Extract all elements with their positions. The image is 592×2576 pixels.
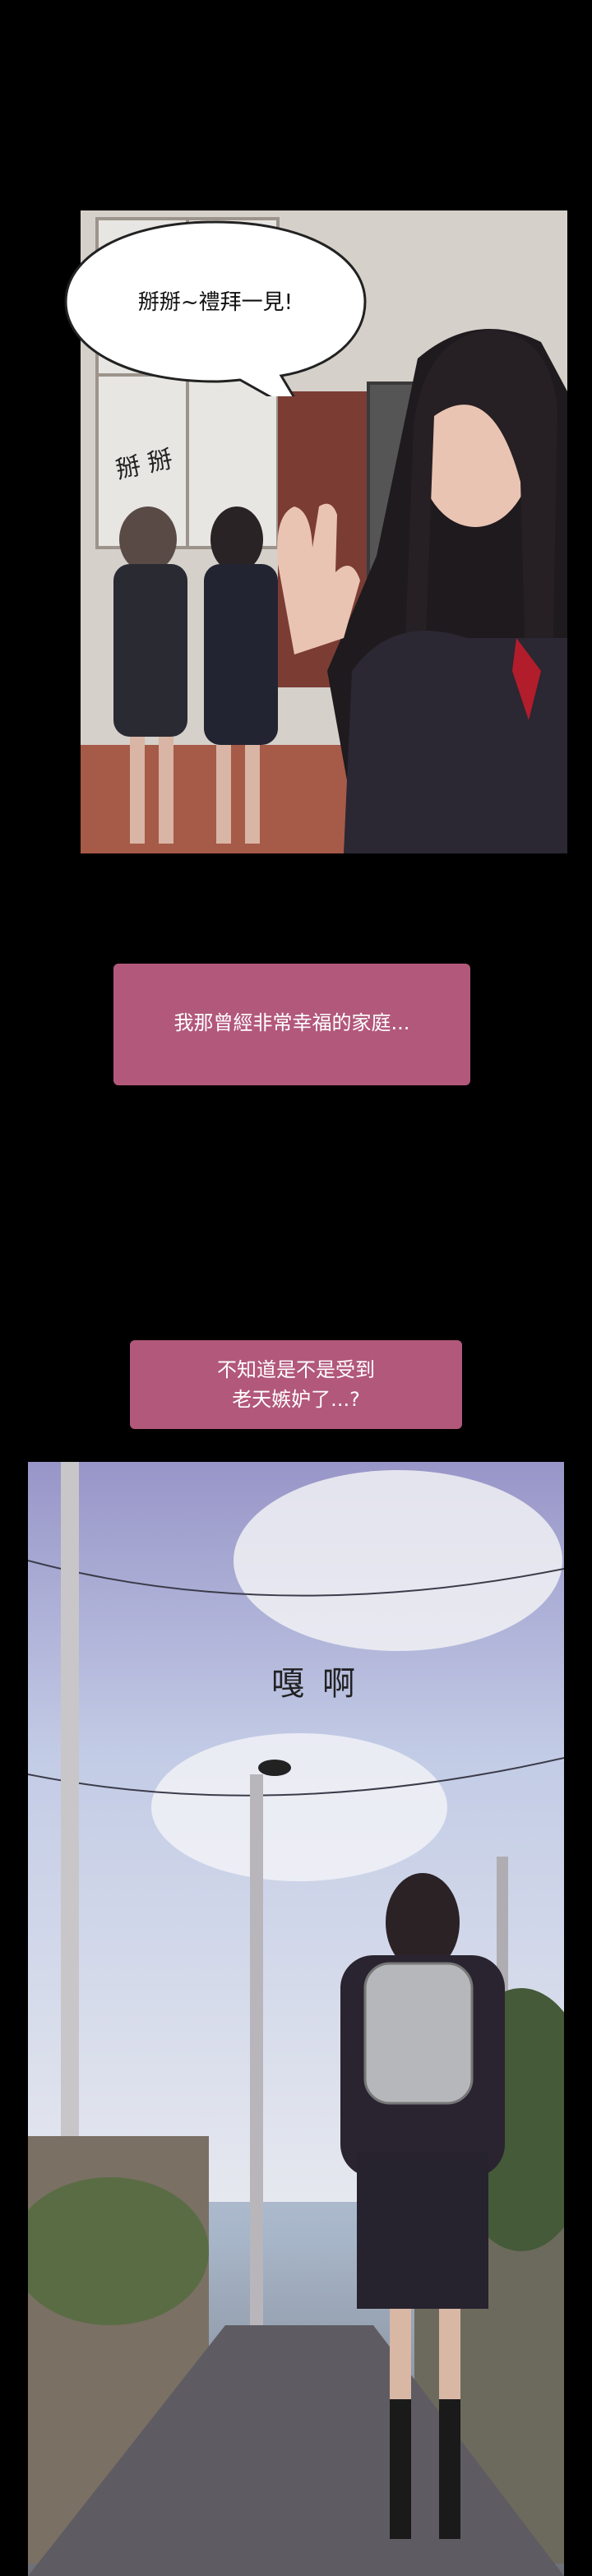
speech-bubble-text: 掰掰~禮拜一見! [137,290,294,315]
sound-effect-crow: 嘎啊 [271,1665,373,1703]
narration-caption-jealous-heaven: 不知道是不是受到 老天嫉妒了...? [130,1340,462,1429]
panel-street-illustration [28,1462,564,2576]
panel-walking-street [28,1462,564,2576]
speech-bubble: 掰掰~禮拜一見! [59,215,372,396]
narration-caption-happy-family: 我那曾經非常幸福的家庭... [113,964,470,1085]
